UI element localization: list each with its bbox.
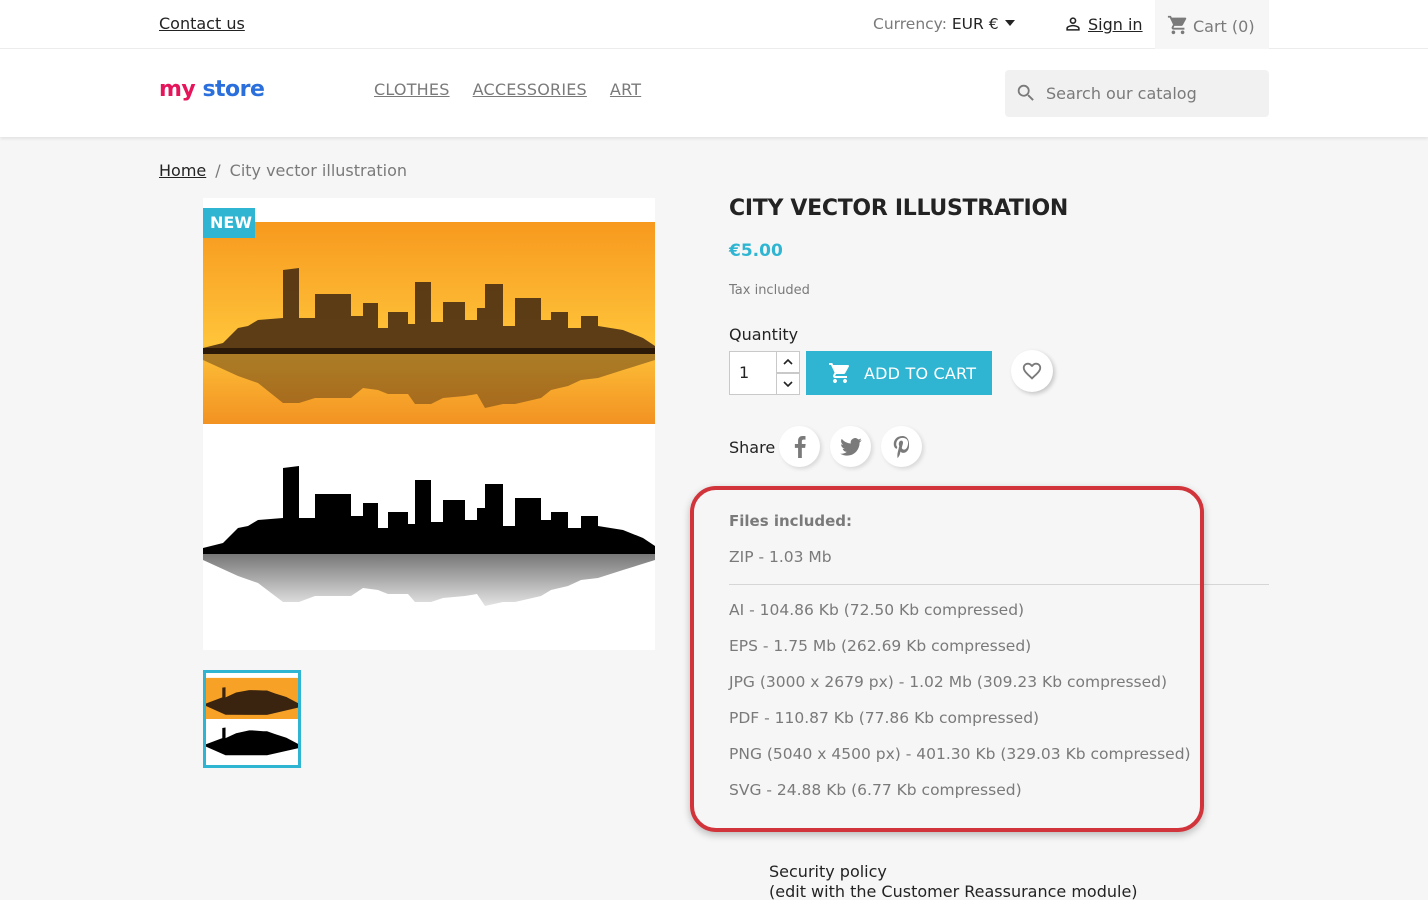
city-skyline-illustration bbox=[203, 222, 655, 606]
person-icon bbox=[1066, 17, 1080, 31]
menu-item-accessories[interactable]: ACCESSORIES bbox=[473, 80, 587, 99]
product-price: €5.00 bbox=[729, 241, 783, 261]
menu-item-clothes[interactable]: CLOTHES bbox=[374, 80, 450, 99]
files-highlight-box bbox=[690, 486, 1204, 832]
share-twitter-button[interactable] bbox=[830, 426, 871, 467]
product-cover-image[interactable] bbox=[203, 198, 655, 650]
quantity-increase-button[interactable] bbox=[776, 351, 800, 373]
search-box[interactable]: Search our catalog bbox=[1005, 70, 1269, 117]
logo-text-my: my bbox=[159, 77, 196, 102]
breadcrumb-separator: / bbox=[215, 161, 221, 180]
pinterest-icon bbox=[893, 435, 909, 458]
quantity-label: Quantity bbox=[729, 325, 799, 344]
cart-label: Cart bbox=[1193, 17, 1227, 36]
breadcrumb-current: City vector illustration bbox=[229, 161, 408, 180]
share-facebook-button[interactable] bbox=[779, 426, 820, 467]
cart-button[interactable]: Cart (0) bbox=[1155, 0, 1269, 49]
sign-in-label: Sign in bbox=[1088, 15, 1143, 34]
cart-icon bbox=[1167, 15, 1187, 35]
reassurance-title: Security policy bbox=[769, 862, 887, 881]
currency-value: EUR € bbox=[951, 15, 999, 33]
top-nav-bar: Contact us Currency: EUR € Sign in Cart … bbox=[0, 0, 1428, 49]
breadcrumb: Home / City vector illustration bbox=[159, 161, 407, 180]
currency-label: Currency: bbox=[873, 15, 947, 33]
currency-selector[interactable]: Currency: EUR € bbox=[873, 15, 1015, 33]
contact-us-link[interactable]: Contact us bbox=[159, 14, 245, 33]
store-logo[interactable]: my store bbox=[159, 77, 265, 102]
heart-icon bbox=[1022, 362, 1042, 380]
twitter-icon bbox=[839, 437, 862, 456]
quantity-input[interactable]: 1 bbox=[729, 351, 777, 395]
chevron-down-icon bbox=[783, 381, 793, 388]
tax-note: Tax included bbox=[729, 283, 810, 298]
search-input[interactable]: Search our catalog bbox=[1046, 84, 1197, 103]
add-to-cart-label: ADD TO CART bbox=[864, 363, 977, 383]
chevron-up-icon bbox=[783, 358, 793, 365]
main-header: my store CLOTHES ACCESSORIES ART Search … bbox=[0, 49, 1428, 137]
product-thumbnail[interactable] bbox=[203, 670, 301, 768]
caret-down-icon bbox=[1004, 20, 1015, 26]
add-to-cart-button[interactable]: ADD TO CART bbox=[806, 351, 992, 395]
wishlist-button[interactable] bbox=[1011, 350, 1053, 392]
sign-in-link[interactable]: Sign in bbox=[1062, 14, 1143, 34]
cart-add-icon bbox=[829, 363, 850, 383]
cart-count: (0) bbox=[1231, 17, 1255, 36]
logo-text-store: store bbox=[202, 77, 265, 102]
breadcrumb-home[interactable]: Home bbox=[159, 161, 206, 180]
share-pinterest-button[interactable] bbox=[881, 426, 922, 467]
facebook-icon bbox=[794, 435, 806, 458]
new-badge: NEW bbox=[203, 208, 255, 238]
reassurance-note: (edit with the Customer Reassurance modu… bbox=[769, 882, 1138, 900]
search-icon[interactable] bbox=[1015, 82, 1037, 104]
product-title: CITY VECTOR ILLUSTRATION bbox=[729, 196, 1068, 221]
share-label: Share bbox=[729, 438, 776, 457]
quantity-decrease-button[interactable] bbox=[776, 373, 800, 395]
main-menu: CLOTHES ACCESSORIES ART bbox=[374, 80, 641, 99]
menu-item-art[interactable]: ART bbox=[610, 80, 641, 99]
thumbnail-skyline bbox=[206, 677, 298, 756]
